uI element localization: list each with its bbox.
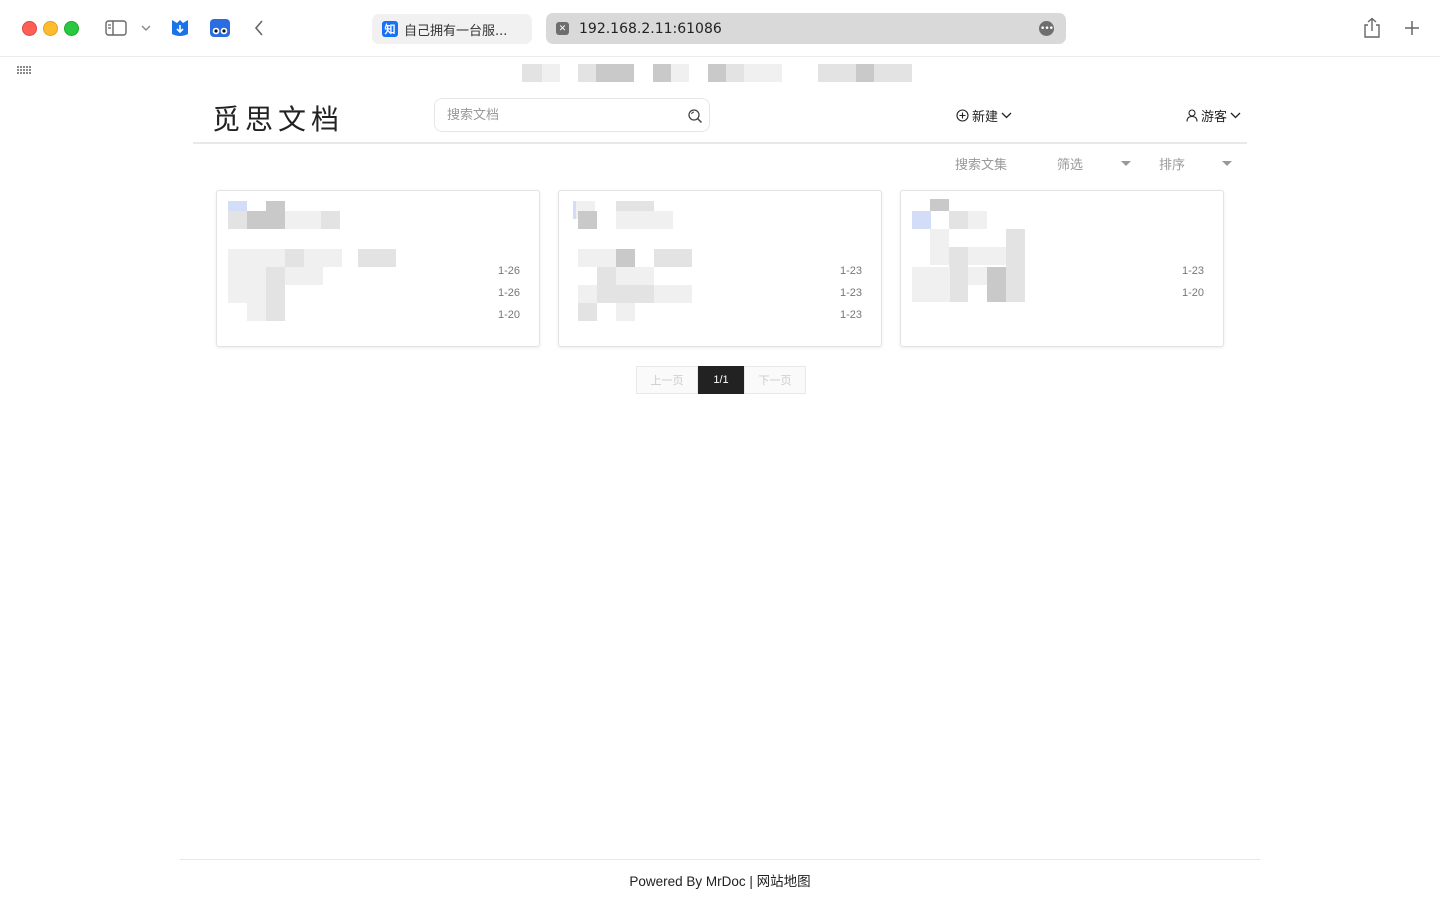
filter-select[interactable]: 筛选 <box>1057 154 1083 173</box>
doc-date: 1-26 <box>497 265 520 277</box>
collection-card[interactable]: 1-23 1-23 1-23 <box>558 190 882 347</box>
filter-caret-icon[interactable] <box>1121 161 1131 166</box>
sort-caret-icon[interactable] <box>1222 161 1232 166</box>
doc-date: 1-20 <box>497 309 520 321</box>
sort-select[interactable]: 排序 <box>1159 154 1185 173</box>
search-collection-link[interactable]: 搜索文集 <box>955 154 1007 173</box>
chevron-down-icon <box>1001 112 1012 119</box>
sitemap-link[interactable]: 网站地图 <box>757 874 811 889</box>
minimize-window-button[interactable] <box>43 21 58 36</box>
close-window-button[interactable] <box>22 21 37 36</box>
zhihu-favicon-icon: 知 <box>382 21 398 37</box>
search-box[interactable] <box>434 98 710 132</box>
new-label: 新建 <box>972 110 999 125</box>
chevron-down-icon[interactable] <box>140 16 152 40</box>
zoom-window-button[interactable] <box>64 21 79 36</box>
new-document-button[interactable]: 新建 <box>956 106 1012 125</box>
extension-shield-icon[interactable] <box>169 16 191 40</box>
footer: Powered By MrDoc | 网站地图 <box>0 870 1440 890</box>
current-page-indicator: 1/1 <box>698 366 744 394</box>
new-tab-icon[interactable] <box>1400 16 1424 40</box>
powered-by-text: Powered By MrDoc | <box>629 874 753 889</box>
share-icon[interactable] <box>1360 16 1384 40</box>
sidebar-toggle-icon[interactable] <box>104 16 128 40</box>
chevron-down-icon <box>1230 112 1241 119</box>
doc-date: 1-20 <box>1181 287 1204 299</box>
doc-date: 1-23 <box>1181 265 1204 277</box>
header-divider <box>193 142 1247 144</box>
browser-window: 知 自己拥有一台服... ✕ 192.168.2.11:61086 ••• 觅思… <box>0 0 1440 899</box>
toolbar-divider <box>0 56 1440 57</box>
search-icon[interactable] <box>687 108 703 124</box>
address-text[interactable]: 192.168.2.11:61086 <box>579 21 722 37</box>
prev-page-button[interactable]: 上一页 <box>636 366 698 394</box>
search-input[interactable] <box>445 106 679 124</box>
user-label: 游客 <box>1201 110 1228 125</box>
doc-date: 1-23 <box>839 265 862 277</box>
more-options-icon[interactable]: ••• <box>1039 21 1054 36</box>
tab-title: 自己拥有一台服... <box>404 23 508 39</box>
browser-toolbar: 知 自己拥有一台服... ✕ 192.168.2.11:61086 ••• <box>0 0 1440 56</box>
apps-grid-icon[interactable] <box>17 66 32 77</box>
plus-circle-icon <box>956 109 969 122</box>
site-logo[interactable]: 觅思文档 <box>212 98 344 138</box>
collection-card[interactable]: 1-23 1-20 <box>900 190 1224 347</box>
next-page-button[interactable]: 下一页 <box>744 366 806 394</box>
back-arrow-icon[interactable] <box>250 16 268 40</box>
doc-date: 1-23 <box>839 287 862 299</box>
doc-date: 1-23 <box>839 309 862 321</box>
tab-zhihu[interactable]: 知 自己拥有一台服... <box>372 14 532 44</box>
extension-eyes-icon[interactable] <box>208 16 232 40</box>
doc-date: 1-26 <box>497 287 520 299</box>
footer-divider <box>180 859 1260 860</box>
tab-active-address[interactable]: ✕ 192.168.2.11:61086 ••• <box>546 13 1066 44</box>
collection-card[interactable]: 1-26 1-26 1-20 <box>216 190 540 347</box>
user-icon <box>1186 109 1198 122</box>
close-tab-icon[interactable]: ✕ <box>556 22 569 35</box>
user-menu-button[interactable]: 游客 <box>1186 106 1241 125</box>
pagination: 上一页 1/1 下一页 <box>636 366 806 394</box>
